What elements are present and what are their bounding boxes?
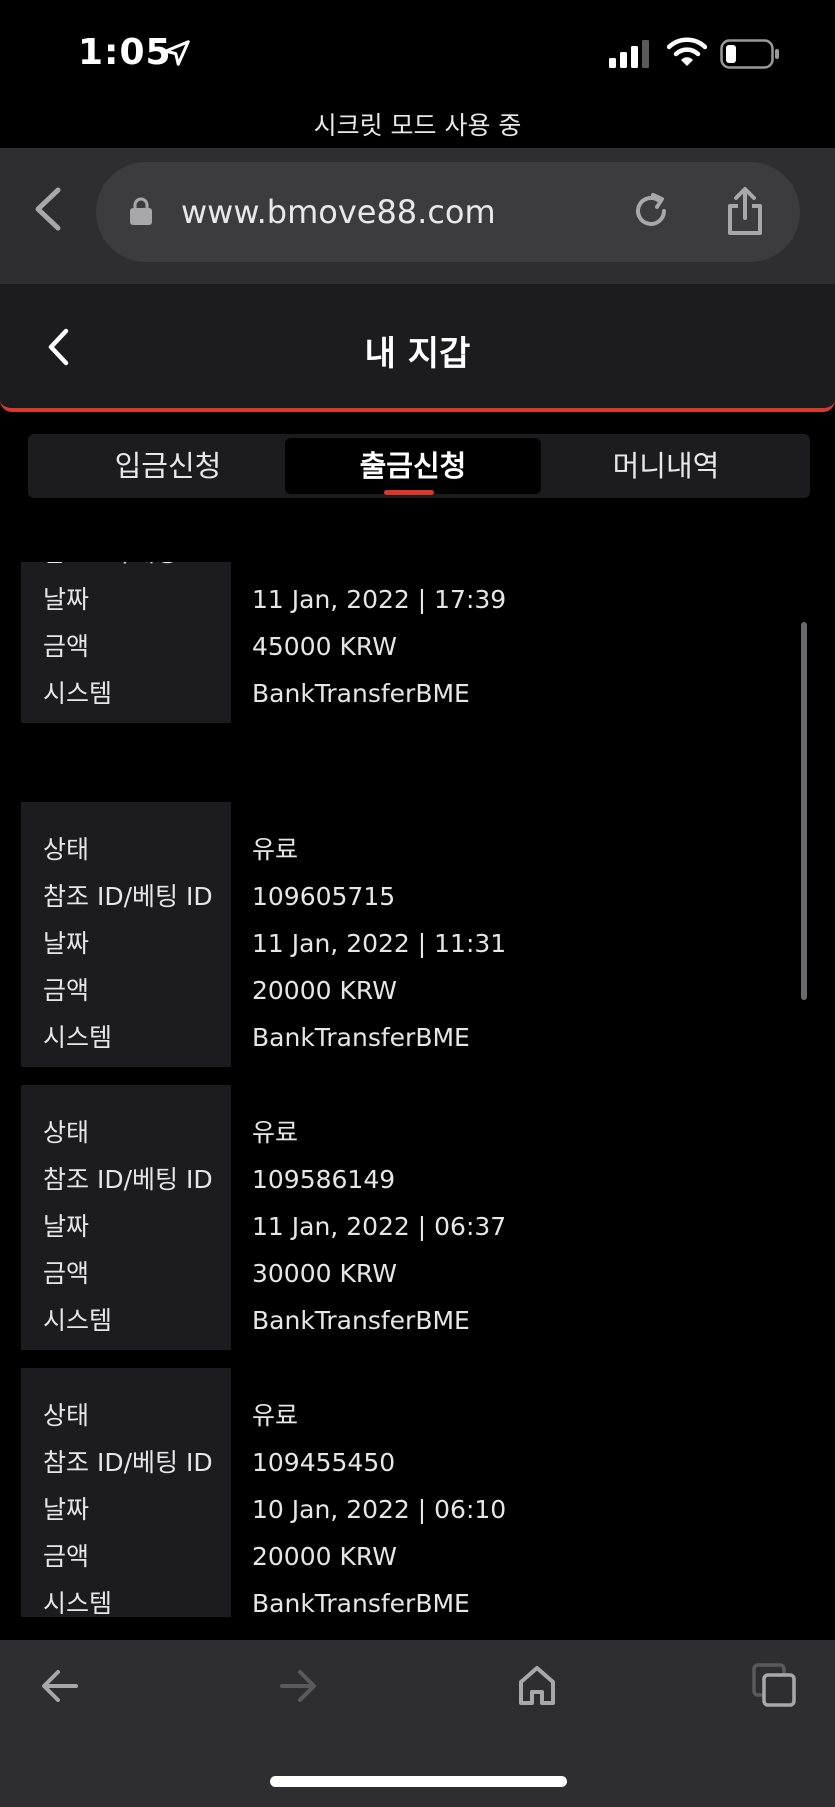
row-label: 참조 ID/베팅 ID <box>43 562 213 576</box>
share-icon[interactable] <box>726 186 764 236</box>
row-label: 시스템 <box>43 679 113 708</box>
record-row-date: 날짜 10 Jan, 2022 | 06:10 <box>21 1486 811 1533</box>
record-row-system: 시스템 BankTransferBME <box>21 1580 811 1617</box>
record-row-amount: 금액 20000 KRW <box>21 1533 811 1580</box>
lock-icon <box>130 197 152 225</box>
browser-back-icon[interactable] <box>30 186 66 232</box>
record-row-date: 날짜 11 Jan, 2022 | 11:31 <box>21 920 811 967</box>
record-row-system: 시스템 BankTransferBME <box>21 670 811 717</box>
withdrawal-record: 상태 유료 참조 ID/베팅 ID 109605715 날짜 11 Jan, 2… <box>21 802 811 1067</box>
clock: 1:05 <box>78 32 172 73</box>
nav-forward-arrow-icon[interactable] <box>278 1668 318 1704</box>
tab-deposit-request[interactable]: 입금신청 <box>40 438 296 494</box>
record-row-reference-id: 참조 ID/베팅 ID 109586149 <box>21 1156 811 1203</box>
status-bar: 1:05 시크릿 모드 사용 중 <box>0 0 835 150</box>
row-value: BankTransferBME <box>252 679 470 708</box>
row-label: 참조 ID/베팅 ID <box>43 882 213 911</box>
tab-money-history[interactable]: 머니내역 <box>538 438 794 494</box>
wifi-icon <box>667 37 707 66</box>
row-label: 금액 <box>43 1259 90 1288</box>
row-value: 20000 KRW <box>252 1542 397 1571</box>
active-tab-indicator <box>384 490 434 495</box>
withdrawal-record: 상태 유료 참조 ID/베팅 ID 109586149 날짜 11 Jan, 2… <box>21 1085 811 1350</box>
row-value: BankTransferBME <box>252 1306 470 1335</box>
record-row-status: 상태 유료 <box>21 1392 811 1439</box>
row-label: 상태 <box>43 1118 90 1147</box>
nav-back-arrow-icon[interactable] <box>40 1668 80 1704</box>
withdrawal-record: 상태 유료 참조 ID/베팅 ID 109455450 날짜 10 Jan, 2… <box>21 1368 811 1617</box>
url-text[interactable]: www.bmove88.com <box>181 193 496 231</box>
row-label: 날짜 <box>43 1495 90 1524</box>
record-row-status: 상태 유료 <box>21 826 811 873</box>
row-value: 109586149 <box>252 1165 396 1194</box>
row-value: 유료 <box>252 1118 299 1147</box>
row-label: 날짜 <box>43 1212 90 1241</box>
row-value: 45000 KRW <box>252 632 397 661</box>
battery-icon <box>720 39 779 69</box>
home-indicator[interactable] <box>270 1776 567 1787</box>
row-value: 유료 <box>252 835 299 864</box>
tabs-overview-icon[interactable] <box>752 1663 798 1709</box>
record-row-reference-id: 참조 ID/베팅 ID 109605715 <box>21 873 811 920</box>
incognito-mode-label: 시크릿 모드 사용 중 <box>313 111 522 140</box>
row-value: 유료 <box>252 1401 299 1430</box>
row-value: 11 Jan, 2022 | 17:39 <box>252 585 507 614</box>
row-label: 상태 <box>43 1401 90 1430</box>
row-label: 참조 ID/베팅 ID <box>43 1165 213 1194</box>
wallet-tabs: 입금신청 출금신청 머니내역 <box>28 434 810 498</box>
row-value: 30000 KRW <box>252 1259 397 1288</box>
row-value: 11 Jan, 2022 | 06:37 <box>252 1212 507 1241</box>
cellular-signal-icon <box>609 40 649 68</box>
withdrawal-record: 상태 유료 참조 ID/베팅 ID 109628934 날짜 11 Jan, 2… <box>21 562 811 723</box>
reload-icon[interactable] <box>631 191 671 231</box>
row-label: 시스템 <box>43 1023 113 1052</box>
row-label: 날짜 <box>43 929 90 958</box>
row-label: 금액 <box>43 632 90 661</box>
home-icon[interactable] <box>517 1664 557 1706</box>
record-row-amount: 금액 20000 KRW <box>21 967 811 1014</box>
row-value: 109628934 <box>252 562 395 576</box>
location-arrow-icon <box>164 40 190 66</box>
record-row-amount: 금액 45000 KRW <box>21 623 811 670</box>
row-label: 금액 <box>43 1542 90 1571</box>
row-value: 109455450 <box>252 1448 396 1477</box>
row-label: 금액 <box>43 976 90 1005</box>
row-value: BankTransferBME <box>252 1589 470 1617</box>
withdrawal-records-list[interactable]: 상태 유료 참조 ID/베팅 ID 109628934 날짜 11 Jan, 2… <box>0 562 835 1617</box>
row-value: 109605715 <box>252 882 396 911</box>
row-value: 10 Jan, 2022 | 06:10 <box>252 1495 507 1524</box>
row-value: 11 Jan, 2022 | 11:31 <box>252 929 507 958</box>
row-label: 시스템 <box>43 1589 113 1617</box>
row-value: 20000 KRW <box>252 976 397 1005</box>
record-row-status: 상태 유료 <box>21 1109 811 1156</box>
record-row-system: 시스템 BankTransferBME <box>21 1014 811 1061</box>
row-label: 참조 ID/베팅 ID <box>43 1448 213 1477</box>
record-row-reference-id: 참조 ID/베팅 ID 109628934 <box>21 562 811 576</box>
row-label: 시스템 <box>43 1306 113 1335</box>
record-row-system: 시스템 BankTransferBME <box>21 1297 811 1344</box>
row-label: 상태 <box>43 835 90 864</box>
row-value: BankTransferBME <box>252 1023 470 1052</box>
row-label: 날짜 <box>43 585 90 614</box>
scrollbar-thumb[interactable] <box>801 622 807 1000</box>
page-title: 내 지갑 <box>364 334 471 374</box>
tab-withdraw-request[interactable]: 출금신청 <box>285 438 541 494</box>
record-row-reference-id: 참조 ID/베팅 ID 109455450 <box>21 1439 811 1486</box>
record-row-date: 날짜 11 Jan, 2022 | 06:37 <box>21 1203 811 1250</box>
record-row-amount: 금액 30000 KRW <box>21 1250 811 1297</box>
record-row-date: 날짜 11 Jan, 2022 | 17:39 <box>21 576 811 623</box>
